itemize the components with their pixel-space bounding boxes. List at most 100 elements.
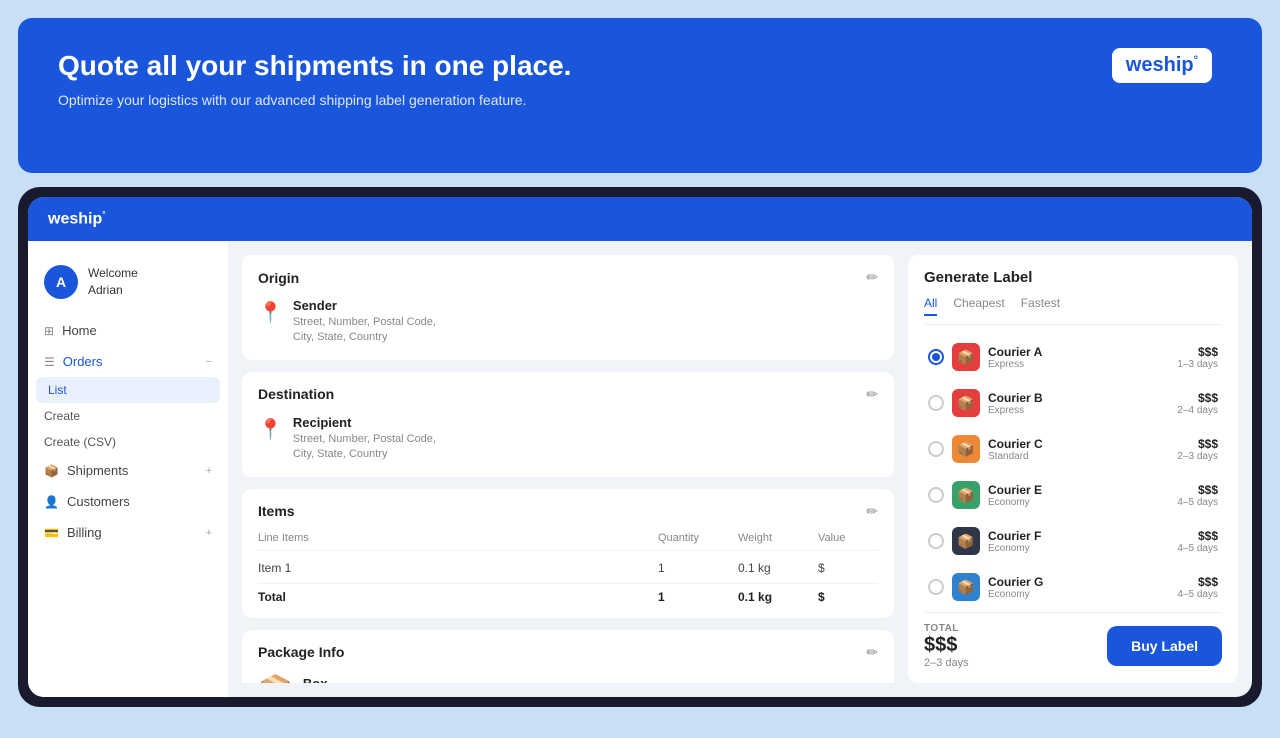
total-section: TOTAL $$$ 2–3 days [924,623,969,669]
sidebar-item-create[interactable]: Create [28,403,228,429]
total-label: Total [258,590,658,604]
buy-label-button[interactable]: Buy Label [1107,626,1222,666]
courier-info-c: Courier C Standard [988,437,1169,462]
origin-address-row: 📍 Sender Street, Number, Postal Code, Ci… [258,298,878,346]
table-row: Item 1 1 0.1 kg $ [258,557,878,579]
sidebar-item-customers[interactable]: 👤 Customers [28,486,228,517]
destination-address-row: 📍 Recipient Street, Number, Postal Code,… [258,415,878,463]
package-card: Package Info ✏ 📦 Box Weight: 0.5 kg [242,630,894,683]
items-total-row: Total 1 0.1 kg $ [258,583,878,604]
orders-submenu: List Create Create (CSV) [28,377,228,455]
tab-all[interactable]: All [924,296,937,316]
list-item[interactable]: 📦 Courier A Express $$$ 1–3 days [924,337,1222,377]
avatar: A [44,265,78,299]
destination-card: Destination ✏ 📍 Recipient Street, Number… [242,372,894,477]
tab-fastest[interactable]: Fastest [1021,296,1060,316]
top-banner: Quote all your shipments in one place. O… [18,18,1262,173]
origin-edit-button[interactable]: ✏ [866,269,878,286]
items-edit-button[interactable]: ✏ [866,503,878,520]
item-quantity: 1 [658,561,738,575]
origin-address-details: Sender Street, Number, Postal Code, City… [293,298,436,346]
banner-logo: weship° [1112,48,1212,83]
courier-radio-e[interactable] [928,487,944,503]
courier-logo-e: 📦 [952,481,980,509]
forms-panel: Origin ✏ 📍 Sender Street, Number, Postal… [242,255,894,683]
origin-card-header: Origin ✏ [258,269,878,286]
total-value: $ [818,590,878,604]
sidebar-item-shipments[interactable]: 📦 Shipments + [28,455,228,486]
courier-info-e: Courier E Economy [988,483,1169,508]
item-weight: 0.1 kg [738,561,818,575]
destination-title: Destination [258,386,334,402]
list-item[interactable]: 📦 Courier B Express $$$ 2–4 days [924,383,1222,423]
col-quantity: Quantity [658,532,738,544]
list-item[interactable]: 📦 Courier F Economy $$$ 4–5 days [924,521,1222,561]
courier-logo-b: 📦 [952,389,980,417]
courier-info-f: Courier F Economy [988,529,1169,554]
sidebar-item-create-csv[interactable]: Create (CSV) [28,429,228,455]
courier-info-b: Courier B Express [988,391,1169,416]
col-value: Value [818,532,878,544]
device-frame: weship° A Welcome Adrian ⊞ [18,187,1262,707]
courier-list: 📦 Courier A Express $$$ 1–3 days [924,337,1222,602]
courier-radio-c[interactable] [928,441,944,457]
courier-price-a: $$$ 1–3 days [1177,345,1218,370]
courier-price-e: $$$ 4–5 days [1177,483,1218,508]
shipments-icon: 📦 [44,464,59,478]
origin-location-icon: 📍 [258,300,283,325]
app-body: A Welcome Adrian ⊞ Home ☰ Orders − [28,241,1252,697]
tab-cheapest[interactable]: Cheapest [953,296,1004,316]
destination-address-details: Recipient Street, Number, Postal Code, C… [293,415,436,463]
list-item[interactable]: 📦 Courier C Standard $$$ 2–3 days [924,429,1222,469]
user-name: Adrian [88,282,138,299]
courier-logo-f: 📦 [952,527,980,555]
app-logo: weship° [48,210,105,228]
banner-subtext: Optimize your logistics with our advance… [58,90,578,111]
courier-logo-g: 📦 [952,573,980,601]
items-title: Items [258,503,295,519]
package-card-header: Package Info ✏ [258,644,878,661]
package-icon: 📦 [258,673,293,683]
sidebar-item-home[interactable]: ⊞ Home [28,315,228,346]
list-item[interactable]: 📦 Courier E Economy $$$ 4–5 days [924,475,1222,515]
package-details: Box Weight: 0.5 kg [303,676,373,683]
sidebar-item-billing[interactable]: 💳 Billing + [28,517,228,548]
total-price: $$$ [924,634,969,657]
package-edit-button[interactable]: ✏ [866,644,878,661]
origin-card: Origin ✏ 📍 Sender Street, Number, Postal… [242,255,894,360]
label-footer: TOTAL $$$ 2–3 days Buy Label [924,612,1222,669]
destination-edit-button[interactable]: ✏ [866,386,878,403]
items-header-row: Line Items Quantity Weight Value [258,532,878,551]
billing-expand-icon: + [206,527,212,539]
destination-card-header: Destination ✏ [258,386,878,403]
billing-icon: 💳 [44,526,59,540]
recipient-address: Street, Number, Postal Code, City, State… [293,432,436,463]
package-row: 📦 Box Weight: 0.5 kg [258,673,878,683]
total-label: TOTAL [924,623,969,634]
courier-price-b: $$$ 2–4 days [1177,391,1218,416]
label-panel: Generate Label All Cheapest Fastest 📦 [908,255,1238,683]
courier-radio-b[interactable] [928,395,944,411]
recipient-title: Recipient [293,415,436,430]
items-card: Items ✏ Line Items Quantity Weight Value [242,489,894,618]
sidebar: A Welcome Adrian ⊞ Home ☰ Orders − [28,241,228,697]
item-value: $ [818,561,878,575]
courier-radio-f[interactable] [928,533,944,549]
list-item[interactable]: 📦 Courier G Economy $$$ 4–5 days [924,567,1222,602]
sidebar-item-list[interactable]: List [36,377,220,403]
orders-expand-icon: − [206,356,212,368]
courier-info-a: Courier A Express [988,345,1169,370]
shipments-expand-icon: + [206,465,212,477]
destination-location-icon: 📍 [258,417,283,442]
label-tabs: All Cheapest Fastest [924,296,1222,325]
sidebar-item-orders[interactable]: ☰ Orders − [28,346,228,377]
user-info: Welcome Adrian [88,265,138,299]
courier-price-c: $$$ 2–3 days [1177,437,1218,462]
package-title: Package Info [258,644,344,660]
courier-radio-a[interactable] [928,349,944,365]
col-weight: Weight [738,532,818,544]
courier-radio-g[interactable] [928,579,944,595]
app-header: weship° [28,197,1252,241]
items-table: Line Items Quantity Weight Value Item 1 … [258,532,878,604]
label-title: Generate Label [924,269,1222,286]
